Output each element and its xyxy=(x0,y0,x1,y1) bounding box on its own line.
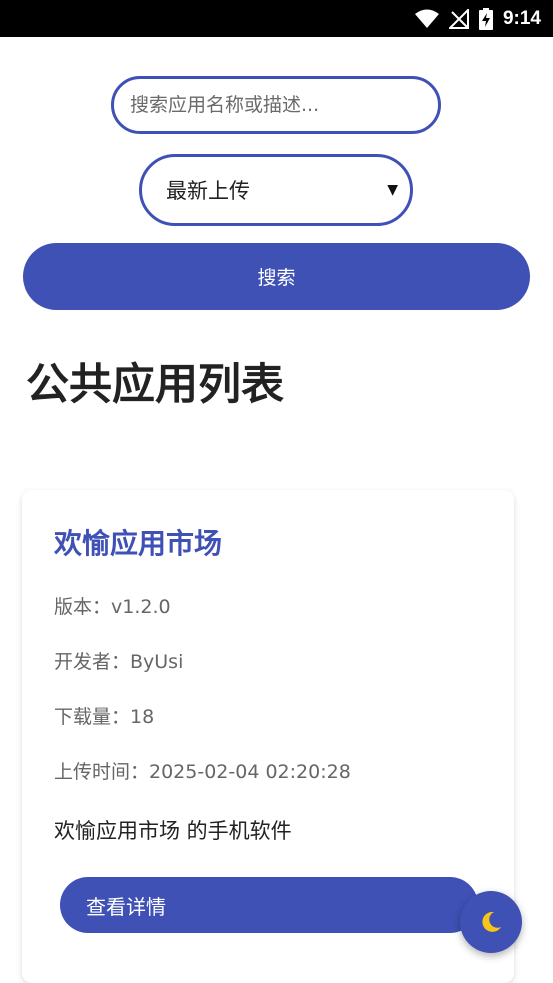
view-details-button[interactable]: 查看详情 xyxy=(60,877,478,933)
app-downloads: 下载量：18 xyxy=(54,706,155,728)
moon-icon xyxy=(482,911,501,932)
app-developer: 开发者：ByUsi xyxy=(54,651,184,673)
app-upload-time: 上传时间：2025-02-04 02:20:28 xyxy=(54,761,351,783)
status-time: 9:14 xyxy=(502,7,541,29)
app-name: 欢愉应用市场 xyxy=(54,527,223,560)
no-signal-icon xyxy=(448,8,469,29)
search-input[interactable] xyxy=(111,76,441,134)
app-description: 欢愉应用市场 的手机软件 xyxy=(54,819,292,843)
sort-select[interactable]: 最新上传 ▼ xyxy=(139,154,413,226)
page-title: 公共应用列表 xyxy=(26,360,284,410)
status-bar: 9:14 xyxy=(0,0,553,37)
battery-charging-icon xyxy=(478,7,493,30)
search-button[interactable]: 搜索 xyxy=(23,243,530,310)
app-version: 版本：v1.2.0 xyxy=(54,596,171,618)
app-card: 欢愉应用市场 版本：v1.2.0 开发者：ByUsi 下载量：18 上传时间：2… xyxy=(22,490,514,983)
dropdown-arrow-icon: ▼ xyxy=(387,182,398,198)
status-icons: 9:14 xyxy=(414,0,541,37)
wifi-icon xyxy=(414,9,439,28)
theme-toggle-button[interactable] xyxy=(460,891,522,953)
sort-selected-value: 最新上传 xyxy=(166,179,250,203)
